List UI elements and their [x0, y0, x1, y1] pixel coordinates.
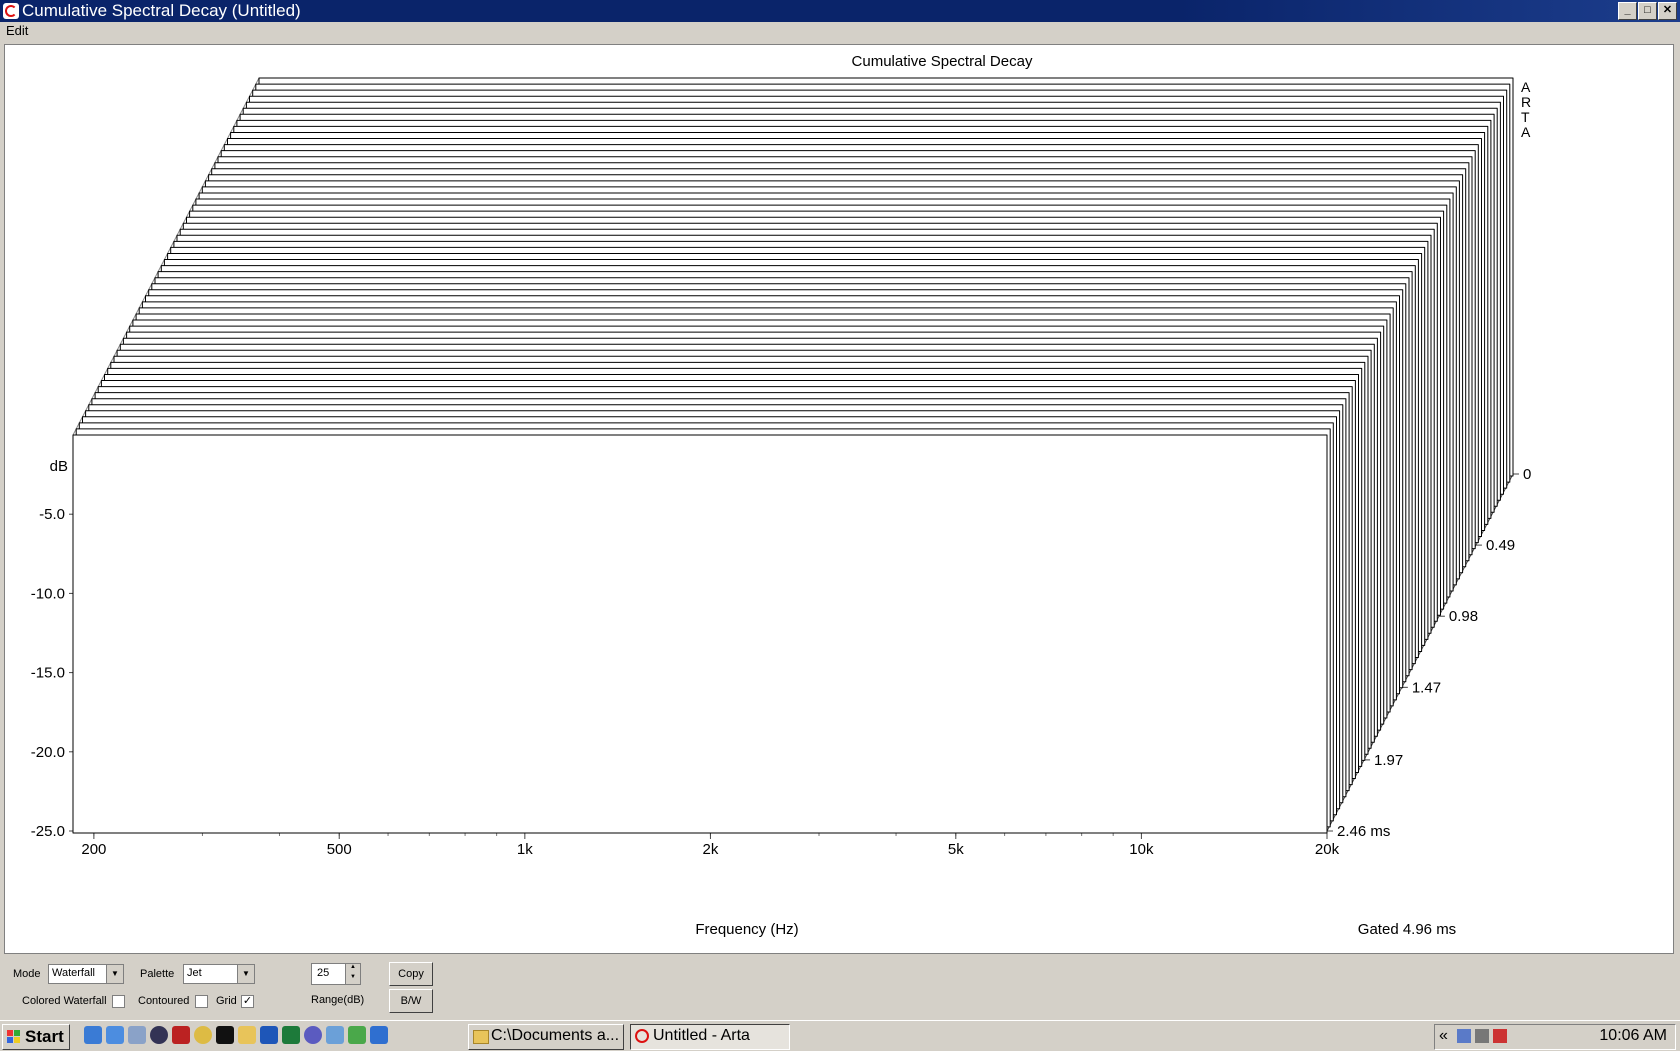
x-tick-label: 20k: [1315, 841, 1340, 858]
cmd-icon[interactable]: [216, 1026, 234, 1044]
arta-watermark-letter: T: [1521, 109, 1530, 125]
arta-watermark-letter: A: [1521, 79, 1531, 95]
y-tick-label: -15.0: [31, 665, 65, 682]
close-button[interactable]: ✕: [1658, 2, 1677, 20]
media-player-icon[interactable]: [150, 1026, 168, 1044]
time-tick-label: 1.47: [1412, 679, 1441, 696]
folder-icon[interactable]: [238, 1026, 256, 1044]
palette-select[interactable]: Jet ▼: [183, 964, 255, 984]
mode-label: Mode: [13, 968, 41, 980]
x-tick-label: 10k: [1129, 841, 1154, 858]
arta-watermark-letter: A: [1521, 124, 1531, 140]
mode-value: Waterfall: [52, 967, 95, 979]
chrome-icon[interactable]: [194, 1026, 212, 1044]
x-axis-label: Frequency (Hz): [695, 921, 798, 938]
y-axis-label: dB: [50, 458, 68, 475]
x-tick-label: 5k: [948, 841, 964, 858]
x-tick-label: 500: [327, 841, 352, 858]
grid-checkbox[interactable]: ✓: [241, 995, 254, 1008]
range-stepper[interactable]: 25 ▲ ▼: [311, 963, 361, 985]
control-panel: Mode Waterfall ▼ Palette Jet ▼ 25 ▲ ▼ Ra…: [0, 954, 1680, 1017]
arta-icon: [635, 1029, 649, 1043]
contoured-checkbox[interactable]: [195, 995, 208, 1008]
minimize-button[interactable]: _: [1618, 2, 1637, 20]
waterfall-plot-area[interactable]: Cumulative Spectral Decay Frequency (Hz)…: [4, 44, 1674, 954]
task-documents-folder[interactable]: C:\Documents a...: [468, 1024, 624, 1050]
app-icon[interactable]: [348, 1026, 366, 1044]
task-arta-label: Untitled - Arta: [653, 1027, 750, 1044]
excel-icon[interactable]: [282, 1026, 300, 1044]
contoured-label: Contoured: [138, 995, 190, 1007]
taskbar: Start C:\Documents a... Untitled - Arta …: [0, 1020, 1680, 1051]
windows-logo-icon: [7, 1030, 20, 1043]
time-tick-label: 0.49: [1486, 537, 1515, 554]
y-tick-label: -10.0: [31, 585, 65, 602]
x-tick-label: 1k: [517, 841, 533, 858]
range-label: Range(dB): [311, 994, 365, 1006]
task-arta[interactable]: Untitled - Arta: [630, 1024, 790, 1050]
decay-slice: [72, 434, 1328, 834]
tray-volume-icon[interactable]: [1475, 1029, 1489, 1043]
chart-slices: [72, 77, 1514, 834]
arta-watermark-letter: R: [1521, 94, 1531, 110]
word-icon[interactable]: [260, 1026, 278, 1044]
y-tick-label: -5.0: [39, 506, 65, 523]
x-tick-label: 2k: [703, 841, 719, 858]
maximize-button[interactable]: □: [1638, 2, 1657, 20]
colored-waterfall-label: Colored Waterfall: [22, 995, 107, 1007]
mode-select[interactable]: Waterfall ▼: [48, 964, 124, 984]
tray-network-icon[interactable]: [1457, 1029, 1471, 1043]
time-tick-label: 0: [1523, 466, 1531, 483]
ie-icon[interactable]: [84, 1026, 102, 1044]
waterfall-chart: Cumulative Spectral Decay Frequency (Hz)…: [31, 53, 1532, 938]
start-button[interactable]: Start: [2, 1024, 70, 1050]
help-icon[interactable]: [304, 1026, 322, 1044]
start-label: Start: [25, 1027, 64, 1046]
chart-title: Cumulative Spectral Decay: [852, 53, 1033, 70]
gated-note: Gated 4.96 ms: [1358, 921, 1456, 938]
network-icon[interactable]: [128, 1026, 146, 1044]
y-tick-label: -25.0: [31, 823, 65, 840]
arta-app-icon[interactable]: [3, 3, 19, 19]
notepad-icon[interactable]: [326, 1026, 344, 1044]
bw-button[interactable]: B/W: [389, 989, 433, 1013]
time-tick-label: 2.46 ms: [1337, 823, 1390, 840]
tool-icon[interactable]: [172, 1026, 190, 1044]
folder-icon: [473, 1030, 489, 1044]
y-tick-label: -20.0: [31, 744, 65, 761]
palette-label: Palette: [140, 968, 175, 980]
clock: 10:06 AM: [1599, 1027, 1667, 1044]
grid-label: Grid: [216, 995, 237, 1007]
task-documents-label: C:\Documents a...: [491, 1027, 620, 1044]
spin-up-icon[interactable]: ▲: [345, 964, 360, 974]
menu-edit[interactable]: Edit: [6, 23, 28, 38]
tray-expand-icon[interactable]: «: [1439, 1027, 1448, 1045]
menu-bar: Edit: [0, 22, 1680, 42]
colored-waterfall-checkbox[interactable]: [112, 995, 125, 1008]
chevron-down-icon[interactable]: ▼: [237, 965, 254, 983]
browser-icon[interactable]: [106, 1026, 124, 1044]
tray-security-icon[interactable]: [1493, 1029, 1507, 1043]
system-tray: « 10:06 AM: [1434, 1024, 1676, 1050]
sail-icon[interactable]: [370, 1026, 388, 1044]
time-tick-label: 0.98: [1449, 608, 1478, 625]
copy-button[interactable]: Copy: [389, 962, 433, 986]
chevron-down-icon[interactable]: ▼: [106, 965, 123, 983]
x-tick-label: 200: [81, 841, 106, 858]
title-bar: Cumulative Spectral Decay (Untitled) _ □…: [0, 0, 1680, 22]
range-value: 25: [317, 967, 330, 979]
palette-value: Jet: [187, 967, 202, 979]
time-tick-label: 1.97: [1374, 752, 1403, 769]
spin-down-icon[interactable]: ▼: [345, 974, 360, 984]
window-title: Cumulative Spectral Decay (Untitled): [22, 1, 301, 20]
